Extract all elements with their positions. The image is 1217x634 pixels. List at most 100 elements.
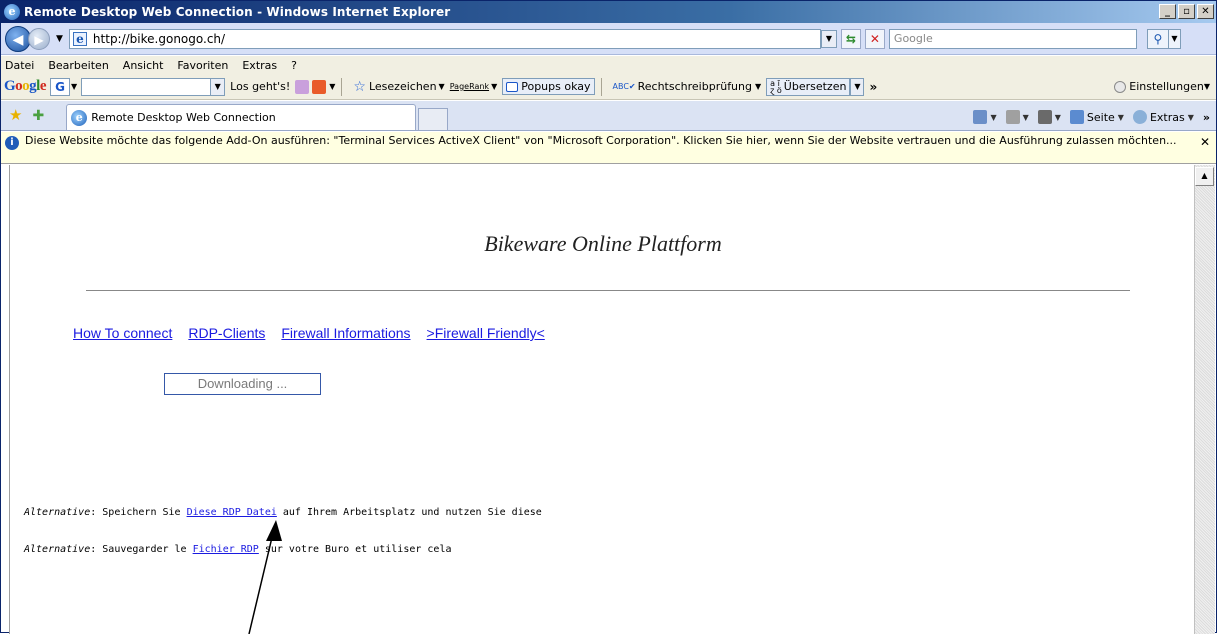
menu-help[interactable]: ?	[291, 59, 297, 72]
more-chevron-icon[interactable]: »	[869, 80, 877, 94]
browser-window: e Remote Desktop Web Connection - Window…	[0, 0, 1217, 634]
google-search-dropdown-icon[interactable]: ▼	[211, 77, 226, 96]
translate-button[interactable]: a īɀ ö Übersetzen	[766, 77, 851, 96]
spellcheck-label: Rechtschreibprüfung	[637, 80, 752, 93]
tab-bar: ★ ✚ e Remote Desktop Web Connection ▼ ▼ …	[1, 101, 1216, 131]
nav-links: How To connect RDP-Clients Firewall Info…	[73, 325, 561, 341]
settings-dropdown-icon: ▼	[1203, 82, 1210, 91]
search-dropdown-icon[interactable]: ▼	[1168, 28, 1181, 49]
alt-de-after: auf Ihrem Arbeitsplatz und nutzen Sie di…	[276, 507, 542, 518]
google-search-input[interactable]	[81, 77, 212, 96]
news-icon	[295, 79, 310, 94]
information-bar[interactable]: i Diese Website möchte das folgende Add-…	[1, 132, 1216, 164]
ie-tab-icon: e	[71, 109, 88, 126]
home-dropdown-icon[interactable]: ▼	[990, 113, 996, 122]
page-menu-icon	[1069, 110, 1084, 124]
google-menu-dropdown-icon[interactable]: ▼	[71, 82, 77, 91]
infobar-close-icon[interactable]: ✕	[1200, 136, 1210, 149]
address-bar-row: ◀ ▶ ▼ e http://bike.gonogo.ch/ ▼ ⇆ ✕ Goo…	[1, 23, 1216, 55]
settings-button[interactable]: Einstellungen ▼	[1114, 80, 1210, 93]
address-url: http://bike.gonogo.ch/	[92, 31, 226, 46]
spellcheck-dropdown-icon: ▼	[755, 82, 762, 91]
gear-icon	[1132, 110, 1147, 124]
spellcheck-icon: ABC✔	[612, 82, 636, 91]
popups-label: Popups okay	[521, 80, 591, 93]
stop-icon[interactable]: ✕	[864, 28, 885, 49]
pagerank-dropdown-icon: ▼	[491, 82, 498, 91]
command-bar: ▼ ▼ ▼ Seite ▼ Extras ▼ »	[973, 110, 1210, 124]
alternative-de: Alternative: Speichern Sie Diese RDP Dat…	[24, 507, 542, 518]
page-icon: e	[72, 31, 87, 46]
menu-datei[interactable]: Datei	[5, 59, 34, 72]
tab-remote-desktop[interactable]: e Remote Desktop Web Connection	[66, 104, 417, 130]
ie-logo-icon: e	[4, 4, 20, 20]
translate-icon: a īɀ ö	[770, 78, 782, 95]
home-icon[interactable]	[973, 110, 988, 124]
google-g-icon[interactable]: G	[50, 77, 71, 96]
feeds-icon[interactable]	[1005, 110, 1020, 124]
page-dropdown-icon[interactable]: ▼	[1118, 113, 1124, 122]
bookmarks-dropdown-icon: ▼	[438, 82, 445, 91]
scroll-up-icon[interactable]: ▲	[1195, 167, 1214, 186]
link-firewall-friendly[interactable]: >Firewall Friendly<	[427, 325, 545, 341]
refresh-icon[interactable]: ⇆	[840, 28, 861, 49]
menu-bearbeiten[interactable]: Bearbeiten	[48, 59, 108, 72]
link-firewall-informations[interactable]: Firewall Informations	[281, 325, 410, 341]
search-input[interactable]: Google	[888, 28, 1137, 49]
title-bar[interactable]: e Remote Desktop Web Connection - Window…	[1, 1, 1216, 23]
extras-menu-button[interactable]: Extras	[1150, 111, 1185, 124]
addon-dropdown-icon: ▼	[329, 82, 336, 91]
add-favorites-icon[interactable]: ✚	[32, 108, 44, 124]
alt-de-prefix: Alternative	[24, 507, 91, 518]
addon-icon	[312, 79, 327, 94]
maximize-button[interactable]: ▫	[1178, 4, 1195, 19]
tab-label: Remote Desktop Web Connection	[91, 111, 276, 124]
search-icon[interactable]: ⚲	[1146, 28, 1169, 49]
google-logo: Google	[4, 78, 47, 94]
rdp-file-link-fr[interactable]: Fichier RDP	[193, 544, 259, 555]
pagerank-button[interactable]: PageRank ▼	[450, 82, 498, 91]
command-chevron-icon[interactable]: »	[1203, 111, 1210, 124]
rdp-file-link-de[interactable]: Diese RDP Datei	[187, 507, 277, 518]
toolbar-separator	[341, 77, 343, 96]
popup-blocker-icon	[506, 81, 519, 92]
alt-fr-before: : Sauvegarder le	[90, 544, 193, 555]
print-dropdown-icon[interactable]: ▼	[1055, 113, 1061, 122]
star-icon: ☆	[353, 78, 366, 95]
menu-ansicht[interactable]: Ansicht	[123, 59, 164, 72]
close-button[interactable]: ✕	[1197, 4, 1214, 19]
forward-button[interactable]: ▶	[28, 27, 50, 50]
spellcheck-button[interactable]: ABC✔ Rechtschreibprüfung ▼	[613, 80, 762, 93]
address-dropdown-icon[interactable]: ▼	[820, 29, 837, 48]
translate-label: Übersetzen	[783, 80, 847, 93]
vertical-scrollbar[interactable]: ▲	[1194, 165, 1215, 634]
extras-dropdown-icon[interactable]: ▼	[1188, 113, 1194, 122]
link-rdp-clients[interactable]: RDP-Clients	[188, 325, 265, 341]
history-dropdown-icon[interactable]: ▼	[56, 34, 63, 44]
page-content: Bikeware Online Plattform How To connect…	[9, 165, 1195, 634]
menu-extras[interactable]: Extras	[242, 59, 277, 72]
link-how-to-connect[interactable]: How To connect	[73, 325, 172, 341]
google-toolbar: Google G ▼ ▼ Los geht's! ▼ ☆ Lesezeichen…	[1, 74, 1216, 100]
address-field[interactable]: e http://bike.gonogo.ch/	[68, 28, 821, 49]
favorites-star-icon[interactable]: ★	[9, 106, 22, 124]
print-icon[interactable]	[1037, 110, 1052, 124]
menu-favoriten[interactable]: Favoriten	[177, 59, 228, 72]
download-status: Downloading ...	[164, 373, 321, 395]
infobar-message: Diese Website möchte das folgende Add-On…	[25, 134, 1177, 147]
title-divider	[86, 290, 1130, 291]
go-button[interactable]: Los geht's!	[230, 80, 290, 93]
window-controls: _ ▫ ✕	[1159, 4, 1214, 19]
feeds-dropdown-icon[interactable]: ▼	[1023, 113, 1029, 122]
translate-dropdown-icon[interactable]: ▼	[850, 77, 865, 96]
toolbar-extra-icons[interactable]: ▼	[295, 79, 336, 94]
bookmarks-button[interactable]: ☆ Lesezeichen ▼	[353, 79, 444, 95]
popups-button[interactable]: Popups okay	[502, 78, 595, 95]
new-tab-button[interactable]	[418, 108, 449, 130]
info-shield-icon: i	[5, 136, 19, 150]
page-title: Bikeware Online Plattform	[484, 231, 722, 256]
settings-radio-icon	[1114, 80, 1127, 93]
minimize-button[interactable]: _	[1159, 4, 1176, 19]
alternative-fr: Alternative: Sauvegarder le Fichier RDP …	[24, 544, 451, 555]
page-menu-button[interactable]: Seite	[1087, 111, 1115, 124]
